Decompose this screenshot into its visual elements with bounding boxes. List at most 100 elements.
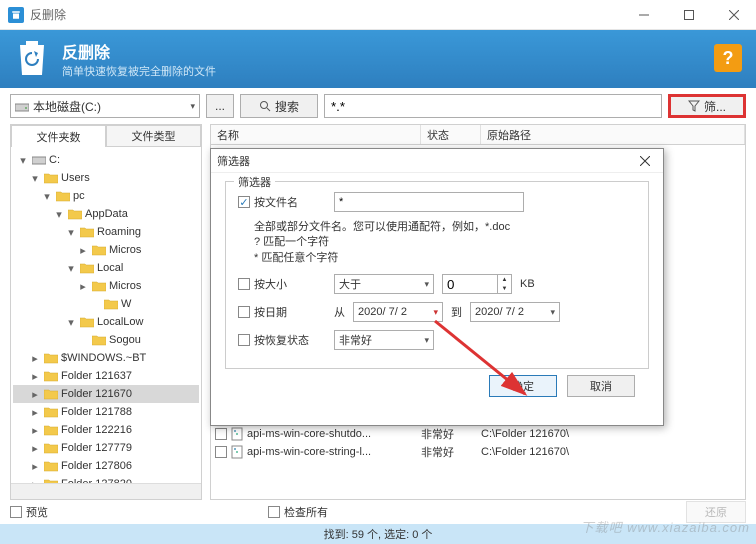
- filename-hint: 全部或部分文件名。您可以使用通配符，例如，*.doc ? 匹配一个字符 * 匹配…: [254, 220, 636, 266]
- col-path[interactable]: 原始路径: [481, 125, 745, 144]
- row-name: api-ms-win-core-string-l...: [247, 446, 371, 458]
- folder-tree[interactable]: ▾C:▾Users▾pc▾AppData▾Roaming▸Micros▾Loca…: [11, 147, 201, 483]
- tree-toggle[interactable]: ▸: [29, 388, 41, 401]
- filter-group-title: 筛选器: [234, 174, 275, 190]
- tree-toggle[interactable]: ▸: [29, 478, 41, 484]
- tree-toggle[interactable]: ▸: [29, 406, 41, 419]
- search-icon: [259, 100, 271, 112]
- tree-label: Folder 122216: [61, 424, 132, 436]
- tree-toggle[interactable]: ▸: [29, 370, 41, 383]
- tree-item[interactable]: ▾ Users: [13, 169, 199, 187]
- file-icon: [230, 445, 244, 459]
- size-value-spinner[interactable]: ▲▼: [442, 274, 512, 294]
- drive-select[interactable]: 本地磁盘(C:) ▾: [10, 94, 200, 118]
- tree-toggle[interactable]: ▸: [29, 424, 41, 437]
- date-to-picker[interactable]: 2020/ 7/ 2▾: [470, 302, 560, 322]
- date-from-picker[interactable]: 2020/ 7/ 2▾: [353, 302, 443, 322]
- row-checkbox[interactable]: [215, 428, 227, 440]
- help-button[interactable]: ?: [714, 44, 742, 72]
- dialog-close-button[interactable]: [633, 151, 657, 171]
- tree-item[interactable]: ▾ C:: [13, 151, 199, 169]
- tree-toggle[interactable]: ▾: [65, 316, 77, 329]
- tree-item[interactable]: Sogou: [13, 331, 199, 349]
- tree-scrollbar-h[interactable]: [11, 483, 201, 499]
- spinner-buttons[interactable]: ▲▼: [497, 275, 511, 293]
- list-row[interactable]: api-ms-win-core-shutdo...非常好C:\Folder 12…: [211, 425, 745, 443]
- filename-input[interactable]: [334, 192, 524, 212]
- tree-item[interactable]: ▸Folder 121670: [13, 385, 199, 403]
- search-button[interactable]: 搜索: [240, 94, 318, 118]
- tree-item[interactable]: ▸ Folder 122216: [13, 421, 199, 439]
- tree-toggle[interactable]: ▾: [41, 190, 53, 203]
- tree-label: Folder 127779: [61, 442, 132, 454]
- tree-toggle[interactable]: ▸: [77, 244, 89, 257]
- by-name-checkbox[interactable]: ✓: [238, 196, 250, 208]
- checkall-checkbox[interactable]: 检查所有: [268, 504, 328, 520]
- tree-item[interactable]: ▾AppData: [13, 205, 199, 223]
- close-button[interactable]: [711, 0, 756, 30]
- tree-label: $WINDOWS.~BT: [61, 352, 146, 364]
- tree-item[interactable]: W: [13, 295, 199, 313]
- recovery-select[interactable]: 非常好▾: [334, 330, 434, 350]
- row-path: C:\Folder 121670\: [481, 428, 745, 440]
- tree-item[interactable]: ▾Local: [13, 259, 199, 277]
- tab-filetypes[interactable]: 文件类型: [106, 125, 201, 147]
- tree-item[interactable]: ▸ $WINDOWS.~BT: [13, 349, 199, 367]
- chevron-down-icon: ▾: [424, 335, 429, 346]
- tree-toggle[interactable]: ▾: [17, 154, 29, 167]
- tree-label: pc: [73, 190, 85, 202]
- minimize-button[interactable]: [621, 0, 666, 30]
- tree-item[interactable]: ▸Folder 127820: [13, 475, 199, 483]
- cancel-button[interactable]: 取消: [567, 375, 635, 397]
- titlebar: 反删除: [0, 0, 756, 30]
- date-to-label: 到: [451, 304, 462, 320]
- tree-toggle[interactable]: ▾: [53, 208, 65, 221]
- tree-toggle[interactable]: ▸: [29, 460, 41, 473]
- tab-folders[interactable]: 文件夹数: [11, 125, 106, 147]
- tree-label: C:: [49, 154, 60, 166]
- header-subtitle: 简单快速恢复被完全删除的文件: [62, 63, 216, 79]
- tree-label: Folder 121637: [61, 370, 132, 382]
- tree-label: Users: [61, 172, 90, 184]
- by-size-checkbox[interactable]: [238, 278, 250, 290]
- by-date-checkbox[interactable]: [238, 306, 250, 318]
- tree-item[interactable]: ▸Folder 121788: [13, 403, 199, 421]
- ok-button[interactable]: 确定: [489, 375, 557, 397]
- maximize-button[interactable]: [666, 0, 711, 30]
- tree-toggle[interactable]: ▾: [65, 226, 77, 239]
- size-op-select[interactable]: 大于▾: [334, 274, 434, 294]
- tree-item[interactable]: ▾LocalLow: [13, 313, 199, 331]
- pattern-input[interactable]: [324, 94, 662, 118]
- undelete-icon: [14, 39, 50, 79]
- tree-toggle[interactable]: ▾: [29, 172, 41, 185]
- funnel-icon: [688, 100, 700, 112]
- tree-toggle[interactable]: ▸: [29, 442, 41, 455]
- toolbar: 本地磁盘(C:) ▾ ... 搜索 筛...: [0, 88, 756, 124]
- col-status[interactable]: 状态: [421, 125, 481, 144]
- watermark: 下载吧 www.xiazaiba.com: [580, 517, 750, 536]
- col-name[interactable]: 名称: [211, 125, 421, 144]
- tree-toggle[interactable]: ▾: [65, 262, 77, 275]
- tree-toggle[interactable]: ▸: [29, 352, 41, 365]
- browse-button[interactable]: ...: [206, 94, 234, 118]
- row-path: C:\Folder 121670\: [481, 446, 745, 458]
- preview-checkbox[interactable]: 预览: [10, 504, 48, 520]
- tree-item[interactable]: ▸ Micros: [13, 277, 199, 295]
- tree-toggle[interactable]: ▸: [77, 280, 89, 293]
- filter-button[interactable]: 筛...: [668, 94, 746, 118]
- row-checkbox[interactable]: [215, 446, 227, 458]
- tree-label: Folder 127806: [61, 460, 132, 472]
- size-unit-label: KB: [520, 278, 535, 290]
- list-row[interactable]: api-ms-win-core-string-l...非常好C:\Folder …: [211, 443, 745, 461]
- window-title: 反删除: [30, 6, 66, 23]
- filter-dialog: 筛选器 筛选器 ✓按文件名 全部或部分文件名。您可以使用通配符，例如，*.doc…: [210, 148, 664, 426]
- tree-item[interactable]: ▾Roaming: [13, 223, 199, 241]
- tree-label: Micros: [109, 280, 141, 292]
- tree-item[interactable]: ▸ Folder 127779: [13, 439, 199, 457]
- by-recovery-checkbox[interactable]: [238, 334, 250, 346]
- tree-item[interactable]: ▸Micros: [13, 241, 199, 259]
- tree-item[interactable]: ▾ pc: [13, 187, 199, 205]
- tree-item[interactable]: ▸ Folder 121637: [13, 367, 199, 385]
- tree-item[interactable]: ▸ Folder 127806: [13, 457, 199, 475]
- file-icon: [230, 427, 244, 441]
